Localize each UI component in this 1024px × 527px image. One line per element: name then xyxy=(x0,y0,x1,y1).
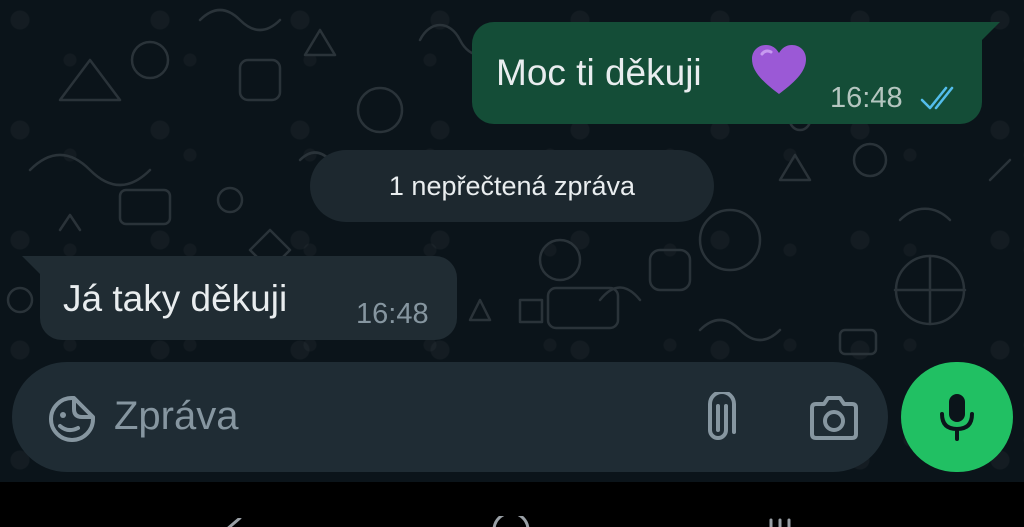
home-icon[interactable] xyxy=(492,516,530,527)
system-navigation-bar xyxy=(0,482,1024,527)
incoming-message-time: 16:48 xyxy=(356,298,429,330)
microphone-icon xyxy=(940,394,974,441)
purple-heart-icon xyxy=(752,45,806,94)
double-check-read-icon xyxy=(920,86,954,110)
back-icon[interactable] xyxy=(222,518,248,527)
outgoing-message-time: 16:48 xyxy=(830,82,903,114)
outgoing-bubble-tail xyxy=(982,22,1000,40)
unread-messages-divider: 1 nepřečtená zpráva xyxy=(310,150,714,222)
outgoing-message-bubble[interactable]: Moc ti děkuji 16:48 xyxy=(472,22,982,124)
chat-screen: Moc ti děkuji 16:48 1 nepřečtená zpráva … xyxy=(0,0,1024,527)
sticker-smiley-icon[interactable] xyxy=(48,395,96,443)
paperclip-icon[interactable] xyxy=(702,392,738,444)
unread-messages-label: 1 nepřečtená zpráva xyxy=(388,170,636,201)
outgoing-message-text: Moc ti děkuji xyxy=(496,52,702,93)
message-composer[interactable]: Zpráva xyxy=(12,362,888,472)
voice-message-button[interactable] xyxy=(901,362,1013,472)
message-input[interactable]: Zpráva xyxy=(114,394,239,439)
incoming-message-bubble[interactable]: Já taky děkuji 16:48 xyxy=(40,256,457,340)
camera-icon[interactable] xyxy=(808,396,860,440)
recents-icon[interactable] xyxy=(768,518,798,527)
incoming-message-text: Já taky děkuji xyxy=(63,278,288,319)
incoming-bubble-tail xyxy=(22,256,40,274)
